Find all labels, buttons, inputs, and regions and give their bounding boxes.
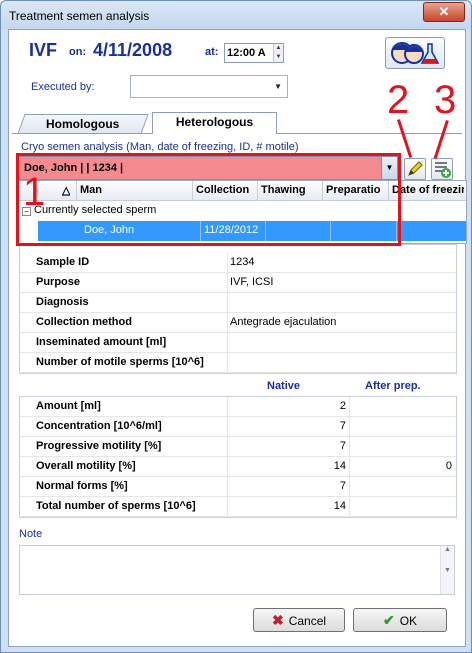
sample-details-table: Sample ID 1234 Purpose IVF, ICSI Diagnosis… [19,244,457,374]
chevron-down-icon: ▼ [274,82,282,91]
native-column-header: Native [267,380,301,392]
dialog-body: IVF on: 4/11/2008 at: 12:00 A ▲ ▼ Execute… [8,29,467,647]
table-row: Normal forms [%] 7 [20,477,456,497]
couple-lab-icon [391,42,440,64]
analysis-label: Normal forms [%] [36,480,128,492]
time-spinner[interactable]: ▲ ▼ [273,44,283,62]
detail-label: Sample ID [36,256,90,268]
procedure-label: IVF [29,40,58,60]
detail-value[interactable]: IVF, ICSI [230,276,273,288]
time-value: 12:00 A [227,47,266,59]
analysis-label: Overall motility [%] [36,460,136,472]
tab-homologous[interactable]: Homologous [17,114,149,134]
pencil-icon [408,161,423,176]
on-label: on: [69,46,87,58]
annotation-number-3: 3 [434,78,457,122]
table-row: Purpose IVF, ICSI [20,273,456,293]
window-title: Treatment semen analysis [9,9,150,23]
tab-homologous-label: Homologous [46,117,120,131]
native-value[interactable]: 14 [334,460,346,472]
tab-heterologous[interactable]: Heterologous [152,112,277,134]
detail-label: Number of motile sperms [10^6] [36,356,204,368]
ok-label: OK [399,614,418,628]
detail-label: Inseminated amount [ml] [36,336,167,348]
table-row: Overall motility [%] 14 0 [20,457,456,477]
close-button[interactable]: ✕ [423,2,465,22]
table-row: Total number of sperms [10^6] 14 [20,497,456,517]
table-row: Number of motile sperms [10^6] [20,353,456,373]
native-value[interactable]: 7 [340,480,346,492]
annotation-arrow-3 [433,120,449,159]
cryo-analysis-label: Cryo semen analysis (Man, date of freezi… [21,141,299,153]
time-field[interactable]: 12:00 A ▲ ▼ [224,43,284,63]
cancel-label: Cancel [288,614,327,628]
note-label: Note [19,528,43,540]
executed-by-label: Executed by: [31,81,95,93]
table-row: Inseminated amount [ml] [20,333,456,353]
cancel-button[interactable]: ✖ Cancel [253,608,345,632]
executed-by-select[interactable]: ▼ [130,75,288,98]
table-row: Diagnosis [20,293,456,313]
analysis-label: Total number of sperms [10^6] [36,500,196,512]
after-prep-column-header: After prep. [365,380,421,392]
analysis-label: Amount [ml] [36,400,101,412]
analysis-label: Progressive motility [%] [36,440,162,452]
title-bar: Treatment semen analysis ✕ [1,1,471,29]
detail-value[interactable]: Antegrade ejaculation [230,316,336,328]
couple-lab-button[interactable] [385,37,445,69]
detail-label: Purpose [36,276,81,288]
table-row: Amount [ml] 2 [20,397,456,417]
at-label: at: [205,46,219,58]
detail-label: Collection method [36,316,132,328]
note-scrollbar[interactable]: ▲ ▼ [440,546,454,594]
table-row: Collection method Antegrade ejaculation [20,313,456,333]
close-icon: ✕ [438,4,450,19]
ok-icon: ✔ [382,612,395,628]
table-row: Sample ID 1234 [20,253,456,273]
native-value[interactable]: 7 [340,440,346,452]
detail-value[interactable]: 1234 [230,256,254,268]
ok-button[interactable]: ✔ OK [353,608,447,632]
annotation-box [16,153,401,246]
analysis-label: Concentration [10^6/ml] [36,420,162,432]
after-prep-value[interactable]: 0 [446,460,452,472]
native-value[interactable]: 2 [340,400,346,412]
note-textarea[interactable]: ▲ ▼ [19,545,455,595]
native-value[interactable]: 7 [340,420,346,432]
annotation-number-2: 2 [387,78,410,122]
detail-label: Diagnosis [36,296,89,308]
add-cryo-button[interactable] [431,158,453,180]
tab-heterologous-label: Heterologous [175,115,254,129]
table-row: Progressive motility [%] 7 [20,437,456,457]
native-value[interactable]: 14 [334,500,346,512]
edit-cryo-button[interactable] [404,158,426,180]
table-row: Concentration [10^6/ml] 7 [20,417,456,437]
cancel-icon: ✖ [271,612,284,628]
add-list-icon [435,162,451,178]
annotation-number-1: 1 [23,170,46,214]
procedure-date: 4/11/2008 [93,40,173,60]
semen-analysis-table: Amount [ml] 2 Concentration [10^6/ml] 7 Pr… [19,396,457,518]
dialog-window: Treatment semen analysis ✕ IVF on: 4/11/… [0,0,472,653]
col-header-date-of-freezing[interactable]: Date of freezir [392,184,464,196]
